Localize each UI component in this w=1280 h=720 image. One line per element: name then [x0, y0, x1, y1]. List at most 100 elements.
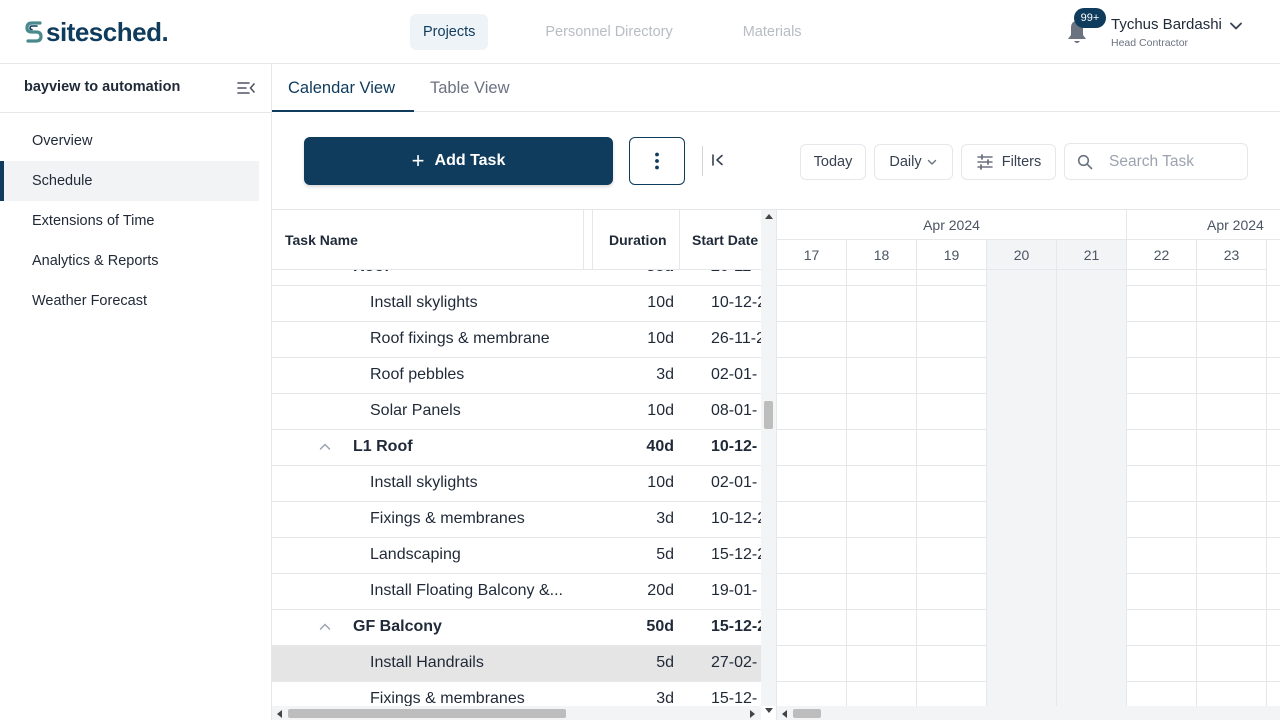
task-duration: 35d	[602, 270, 674, 276]
horizontal-scroll-thumb[interactable]	[288, 709, 566, 718]
calendar-month-header: Apr 2024	[777, 210, 1127, 240]
calendar-day-column[interactable]	[847, 270, 917, 706]
task-row[interactable]: Install skylights 10d 10-12-2	[272, 286, 761, 322]
task-name: Install skylights	[370, 294, 478, 311]
task-group-row[interactable]: Roof 35d 20-11-	[272, 270, 761, 286]
nav-personnel-directory[interactable]: Personnel Directory	[532, 14, 685, 50]
task-start-date: 10-12-	[711, 438, 758, 455]
search-task-input[interactable]	[1109, 150, 1239, 174]
user-role: Head Contractor	[1111, 37, 1189, 49]
calendar-day-header: 20	[987, 240, 1057, 270]
sidebar-item-overview[interactable]: Overview	[0, 121, 259, 161]
calendar-day-header: 22	[1127, 240, 1197, 270]
main-content: Calendar View Table View + Add Task Toda…	[272, 64, 1280, 720]
toolbar-divider	[702, 146, 703, 176]
task-duration: 10d	[647, 294, 674, 311]
scroll-down-arrow-icon[interactable]	[765, 708, 773, 713]
column-header-duration[interactable]: Duration	[609, 232, 667, 248]
task-row[interactable]: Install Floating Balcony &... 20d 19-01-	[272, 574, 761, 610]
logo-text: sitesched.	[46, 16, 169, 47]
filter-sliders-icon	[977, 154, 993, 170]
calendar-day-header: 17	[777, 240, 847, 270]
task-table: Task Name Duration Start Date Roof 35d 20-…	[272, 210, 776, 720]
task-duration: 3d	[656, 366, 674, 383]
vertical-scrollbar[interactable]	[761, 210, 776, 713]
task-group-row[interactable]: L1 Roof 40d 10-12-	[272, 430, 761, 466]
horizontal-scrollbar[interactable]	[272, 706, 761, 720]
user-name[interactable]: Tychus Bardashi	[1111, 16, 1222, 33]
calendar-day-header: 18	[847, 240, 917, 270]
sidebar: bayview to automation Overview Schedule …	[0, 64, 272, 720]
sidebar-item-weather-forecast[interactable]: Weather Forecast	[0, 281, 259, 321]
calendar-day-column[interactable]	[917, 270, 987, 706]
task-row[interactable]: Fixings & membranes 3d 15-12-	[272, 682, 761, 706]
logo[interactable]: sitesched.	[24, 16, 169, 48]
task-row[interactable]: Roof fixings & membrane 10d 26-11-2	[272, 322, 761, 358]
chevron-down-icon[interactable]	[1228, 18, 1244, 34]
nav-projects[interactable]: Projects	[410, 14, 489, 50]
view-mode-select[interactable]: Daily	[874, 144, 953, 180]
today-button[interactable]: Today	[800, 144, 866, 180]
task-name: Roof fixings & membrane	[370, 330, 550, 347]
schedule-grid: Task Name Duration Start Date Roof 35d 20-…	[272, 209, 1280, 720]
filters-button[interactable]: Filters	[961, 144, 1056, 180]
calendar-day-column[interactable]	[987, 270, 1057, 706]
sidebar-item-schedule[interactable]: Schedule	[0, 161, 259, 201]
chevron-down-icon	[927, 159, 936, 165]
task-start-date: 02-01-	[711, 366, 758, 383]
task-name: L1 Roof	[353, 438, 413, 455]
task-duration: 50d	[646, 618, 674, 635]
add-task-button[interactable]: + Add Task	[304, 137, 613, 185]
task-name: Fixings & membranes	[370, 690, 525, 706]
scroll-left-arrow-icon[interactable]	[782, 710, 787, 718]
calendar-day-column[interactable]	[1197, 270, 1267, 706]
calendar-day-column[interactable]	[1127, 270, 1197, 706]
vertical-scroll-thumb[interactable]	[764, 401, 773, 429]
view-tabs: Calendar View Table View	[272, 64, 1280, 112]
column-resize-handle[interactable]	[583, 210, 584, 270]
task-start-date: 15-12-2	[711, 546, 761, 563]
task-duration: 3d	[656, 510, 674, 527]
task-row[interactable]: Install skylights 10d 02-01-	[272, 466, 761, 502]
task-row[interactable]: Fixings & membranes 3d 10-12-2	[272, 502, 761, 538]
more-options-button[interactable]	[629, 137, 685, 185]
scroll-left-arrow-icon[interactable]	[277, 710, 282, 718]
task-duration: 3d	[656, 690, 674, 706]
calendar-scroll-thumb[interactable]	[793, 709, 821, 718]
jump-to-start-icon[interactable]	[710, 151, 726, 169]
sidebar-item-analytics-reports[interactable]: Analytics & Reports	[0, 241, 259, 281]
plus-icon: +	[411, 148, 425, 173]
chevron-up-icon[interactable]	[319, 442, 331, 452]
chevron-up-icon[interactable]	[319, 622, 331, 632]
column-divider	[679, 210, 680, 270]
task-row[interactable]: Solar Panels 10d 08-01-	[272, 394, 761, 430]
task-name: Landscaping	[370, 546, 461, 563]
tab-calendar-view[interactable]: Calendar View	[288, 64, 395, 112]
calendar-day-column[interactable]	[777, 270, 847, 706]
task-start-date: 08-01-	[711, 402, 758, 419]
column-header-task-name[interactable]: Task Name	[285, 232, 358, 248]
filters-label: Filters	[1001, 154, 1042, 170]
scroll-right-arrow-icon[interactable]	[750, 710, 755, 718]
nav-materials[interactable]: Materials	[730, 14, 815, 50]
task-duration: 10d	[647, 330, 674, 347]
more-vertical-icon	[655, 152, 659, 170]
calendar-day-column[interactable]	[1057, 270, 1127, 706]
tab-table-view[interactable]: Table View	[430, 64, 510, 112]
search-icon	[1077, 154, 1093, 170]
scroll-up-arrow-icon[interactable]	[765, 214, 773, 219]
sidebar-menu: Overview Schedule Extensions of Time Ana…	[0, 113, 271, 321]
column-header-start-date[interactable]: Start Date	[692, 232, 766, 248]
add-task-label: Add Task	[434, 152, 506, 169]
task-group-row[interactable]: GF Balcony 50d 15-12-2	[272, 610, 761, 646]
chevron-up-icon[interactable]	[319, 270, 331, 272]
collapse-sidebar-icon[interactable]	[236, 79, 256, 97]
task-row[interactable]: Landscaping 5d 15-12-2	[272, 538, 761, 574]
logo-mark-icon	[25, 21, 43, 43]
notification-badge: 99+	[1074, 8, 1106, 28]
task-row[interactable]: Roof pebbles 3d 02-01-	[272, 358, 761, 394]
sidebar-item-extensions-of-time[interactable]: Extensions of Time	[0, 201, 259, 241]
task-name: Install skylights	[370, 474, 478, 491]
calendar-horizontal-scrollbar[interactable]	[777, 706, 1280, 720]
task-row[interactable]: Install Handrails 5d 27-02-	[272, 646, 761, 682]
